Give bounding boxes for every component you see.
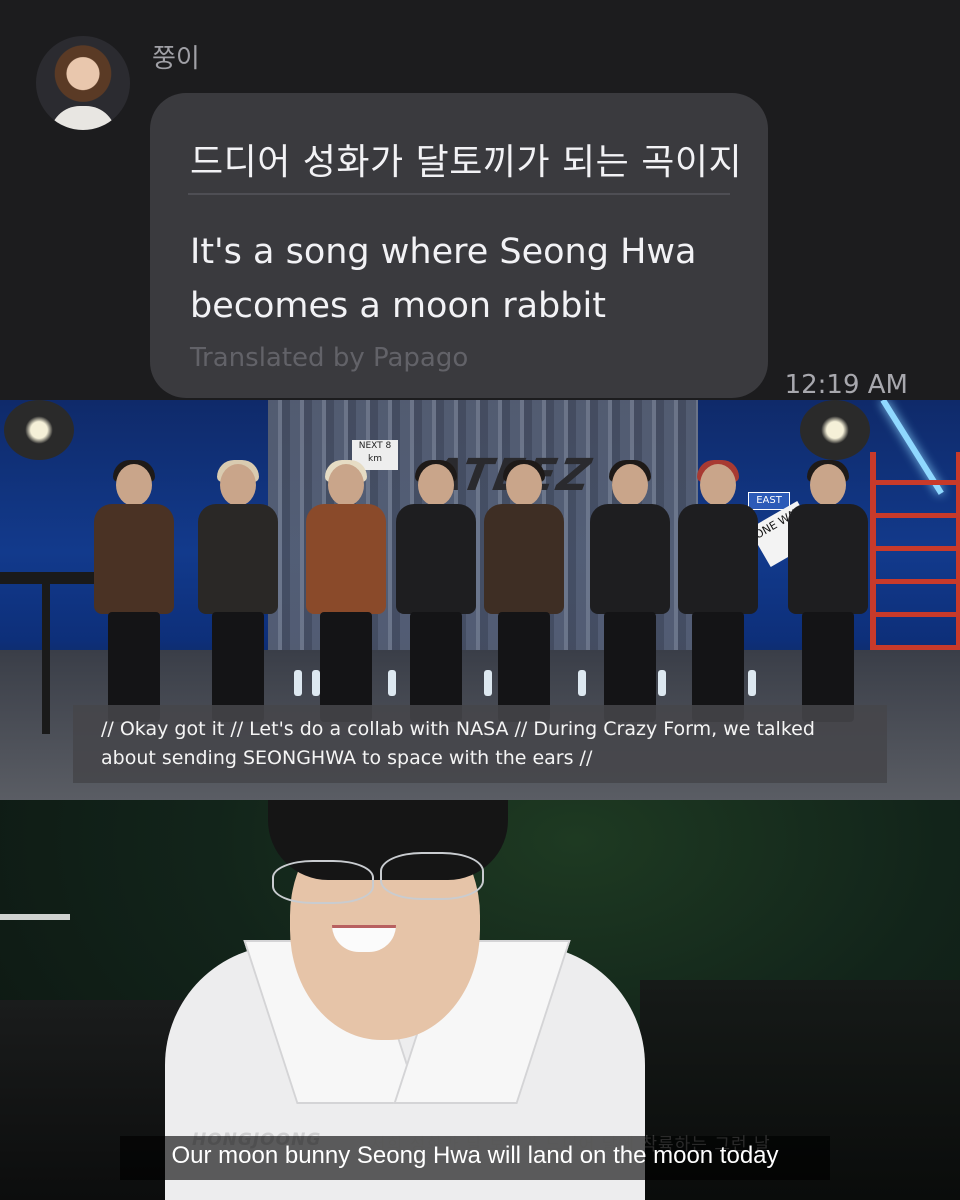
- water-bottle: [484, 670, 492, 696]
- member-4: [390, 460, 482, 724]
- glasses-lens-left: [272, 860, 374, 904]
- member-1: [88, 460, 180, 724]
- water-bottle: [294, 670, 302, 696]
- water-bottle: [748, 670, 756, 696]
- sender-avatar[interactable]: [36, 36, 130, 130]
- member-8: [782, 460, 874, 724]
- message-timestamp: 12:19 AM: [784, 370, 908, 400]
- studio-light-right: [800, 400, 870, 460]
- avatar-shirt: [50, 106, 116, 130]
- subtitle-box: // Okay got it // Let's do a collab with…: [73, 705, 887, 783]
- water-bottle: [658, 670, 666, 696]
- message-translated: It's a song where Seong Hwa becomes a mo…: [190, 232, 697, 326]
- translation-credit: Translated by Papago: [190, 343, 469, 373]
- sender-name: 쭝이: [152, 44, 200, 74]
- water-bottle: [578, 670, 586, 696]
- studio-light-left: [4, 400, 74, 460]
- lamp-bar: [0, 914, 70, 920]
- video-frame-studio: ATEEZ NEXT 8 km EAST ONE WAY // Okay got…: [0, 400, 960, 800]
- water-bottle: [312, 670, 320, 696]
- caption-box: Our moon bunny Seong Hwa will land on th…: [120, 1136, 830, 1180]
- chat-section: 쭝이 드디어 성화가 달토끼가 되는 곡이지 It's a song where…: [0, 0, 960, 400]
- message-original: 드디어 성화가 달토끼가 되는 곡이지: [190, 142, 743, 183]
- bubble-divider: [188, 193, 730, 195]
- side-table: [0, 572, 96, 584]
- water-bottle: [388, 670, 396, 696]
- video-frame-closeup: HONGJOONG 저희 성화가 달 토끼가 드디어 달에 착륙하는 그런 날 …: [0, 800, 960, 1200]
- message-bubble[interactable]: 드디어 성화가 달토끼가 되는 곡이지 It's a song where Se…: [150, 93, 768, 398]
- member-2: [192, 460, 284, 724]
- subtitle-text: // Okay got it // Let's do a collab with…: [101, 718, 815, 769]
- caption-english: Our moon bunny Seong Hwa will land on th…: [171, 1142, 779, 1169]
- side-table-leg: [42, 584, 50, 734]
- glasses-lens-right: [380, 852, 484, 900]
